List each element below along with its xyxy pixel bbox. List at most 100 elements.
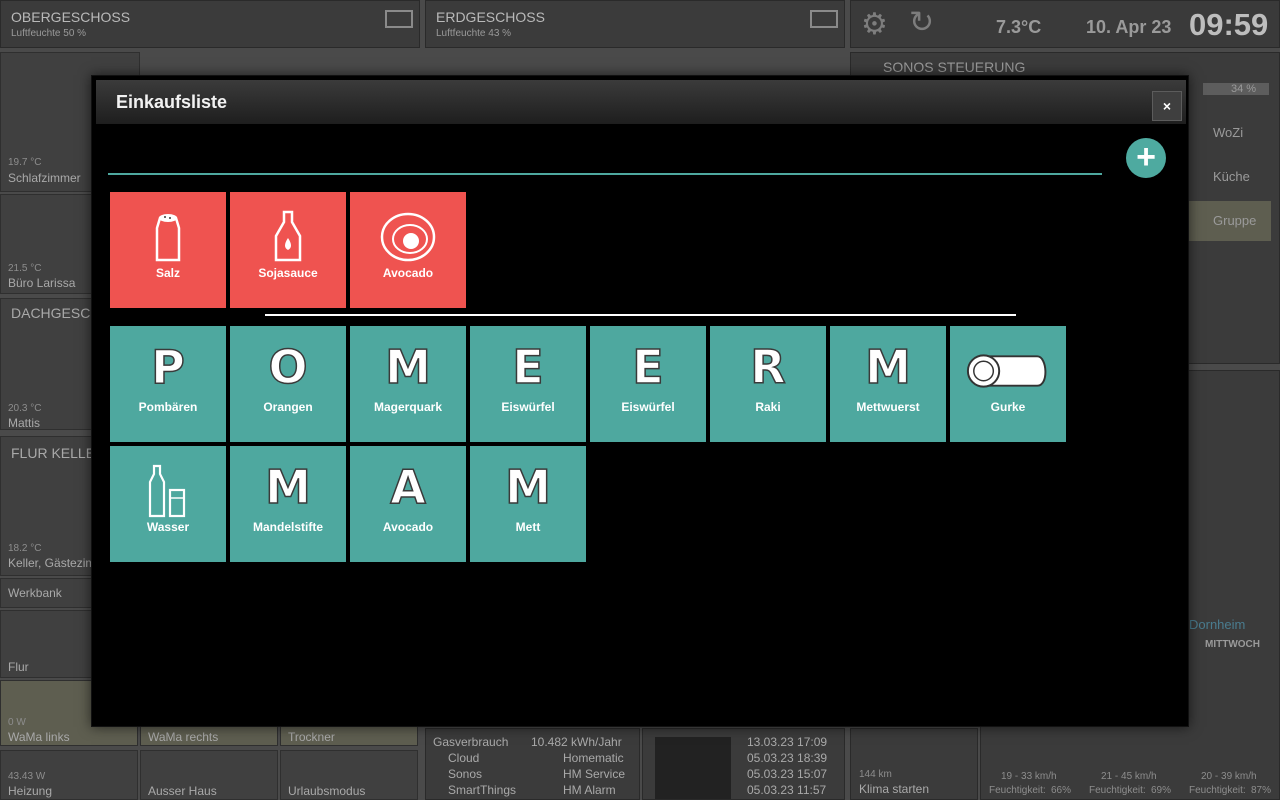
inactive-item-raki[interactable]: R Raki [710, 326, 826, 442]
item-letter-icon: E [512, 339, 545, 395]
humidity-label: Feuchtigkeit: [1089, 785, 1146, 796]
item-label: Salz [155, 266, 180, 280]
room-temperature: 21.5 °C [8, 263, 42, 274]
item-letter-icon: A [389, 459, 426, 515]
dates-panel: 13.03.23 17:09 05.03.23 18:39 05.03.23 1… [642, 728, 845, 800]
outside-temperature: 7.3°C [996, 17, 1042, 37]
tile-urlaubsmodus[interactable]: Urlaubsmodus [280, 750, 418, 800]
weather-day: MITTWOCH [1205, 639, 1260, 650]
sonos-room-gruppe[interactable]: Gruppe [1189, 201, 1271, 241]
room-temperature: 19.7 °C [8, 157, 42, 168]
tile-label: Heizung [8, 784, 53, 798]
clock-display: 09:59 [1189, 7, 1269, 42]
close-button[interactable]: × [1152, 91, 1182, 121]
klima-start: Klima starten [859, 782, 930, 796]
camera-thumbnail[interactable] [655, 737, 731, 799]
service-sonos: Sonos [448, 767, 483, 781]
active-item-salz[interactable]: Salz [110, 192, 226, 308]
inactive-item-mettwuerst[interactable]: M Mettwuerst [830, 326, 946, 442]
item-letter-icon: M [264, 459, 311, 515]
tile-label: Flur [8, 660, 29, 674]
active-item-sojasauce[interactable]: Sojasauce [230, 192, 346, 308]
item-letter-icon: M [384, 339, 431, 395]
active-item-avocado[interactable]: Avocado [350, 192, 466, 308]
obergeschoss-humidity: Luftfeuchte 50 % [11, 28, 87, 39]
date-entry: 05.03.23 11:57 [747, 783, 827, 797]
service-cloud: Cloud [448, 751, 480, 765]
service-hm-alarm: HM Alarm [563, 783, 616, 797]
sonos-room-wozi[interactable]: WoZi [1213, 125, 1243, 140]
erdgeschoss-title: ERDGESCHOSS [436, 9, 545, 25]
humidity-label: Feuchtigkeit: [1189, 785, 1246, 796]
inactive-item-magerquark[interactable]: M Magerquark [350, 326, 466, 442]
tile-label: WaMa rechts [148, 730, 219, 744]
inactive-item-mandelstifte[interactable]: M Mandelstifte [230, 446, 346, 562]
refresh-icon[interactable]: ↻ [909, 5, 934, 40]
item-label: Magerquark [373, 400, 443, 414]
inactive-item-avocado[interactable]: A Avocado [350, 446, 466, 562]
tile-label: Trockner [288, 730, 335, 744]
weather-city: Dornheim [1189, 617, 1246, 632]
volume-value: 34 % [1231, 83, 1257, 95]
room-name: Mattis [8, 416, 41, 430]
item-label: Orangen [263, 400, 313, 414]
inactive-item-eiswürfel[interactable]: E Eiswürfel [590, 326, 706, 442]
humidity-value: 66% [1051, 785, 1072, 796]
item-letter-icon: M [864, 339, 911, 395]
kfz-panel[interactable]: 144 km Klima starten [850, 728, 978, 800]
room-name: Büro Larissa [8, 276, 76, 290]
item-letter-icon: E [632, 339, 665, 395]
item-label: Raki [755, 400, 781, 414]
item-label: Mettwuerst [856, 400, 920, 414]
sonos-room-kueche[interactable]: Küche [1213, 169, 1250, 184]
sonos-title: SONOS STEUERUNG [883, 59, 1026, 75]
room-temperature: 18.2 °C [8, 543, 42, 554]
item-letter-icon: R [750, 339, 787, 395]
tile-label: Ausser Haus [148, 784, 217, 798]
room-name: Keller, Gästezim [8, 556, 96, 570]
inactive-item-orangen[interactable]: O Orangen [230, 326, 346, 442]
tile-label: Urlaubsmodus [288, 784, 366, 798]
gear-icon[interactable]: ⚙ [861, 7, 888, 42]
wind-value: 21 - 45 km/h [1101, 771, 1157, 782]
service-smartthings: SmartThings [448, 783, 517, 797]
inactive-item-gurke[interactable]: Gurke [950, 326, 1066, 442]
date-entry: 05.03.23 18:39 [747, 751, 828, 765]
humidity-value: 87% [1251, 785, 1272, 796]
item-label: Sojasauce [258, 266, 318, 280]
date-entry: 05.03.23 15:07 [747, 767, 828, 781]
inactive-item-pombären[interactable]: P Pombären [110, 326, 226, 442]
tile-ausser-haus[interactable]: Ausser Haus [140, 750, 278, 800]
item-label: Gurke [990, 400, 1026, 414]
power-value: 0 W [8, 717, 26, 728]
kfz-km: 144 km [859, 769, 892, 780]
item-label: Mett [515, 520, 541, 534]
room-temperature: 20.3 °C [8, 403, 42, 414]
shopping-list-dialog: Einkaufsliste × + Salz Sojasauce Avocado P P… [91, 75, 1189, 727]
dialog-title: Einkaufsliste [116, 92, 228, 112]
date-entry: 13.03.23 17:09 [747, 735, 828, 749]
wind-value: 20 - 39 km/h [1201, 771, 1257, 782]
item-letter-icon: P [150, 339, 185, 395]
item-label: Avocado [382, 266, 434, 280]
active-section-divider [108, 173, 1102, 175]
item-label: Eiswürfel [621, 400, 675, 414]
obergeschoss-header[interactable]: OBERGESCHOSS Luftfeuchte 50 % [0, 0, 420, 48]
item-letter-icon: M [504, 459, 551, 515]
date-display: 10. Apr 23 [1086, 17, 1172, 37]
tile-heizung[interactable]: 43.43 W Heizung [0, 750, 138, 800]
inactive-section-divider [265, 314, 1016, 316]
wind-value: 19 - 33 km/h [1001, 771, 1057, 782]
inactive-item-wasser[interactable]: Wasser [110, 446, 226, 562]
item-label: Pombären [138, 400, 198, 414]
dialog-header: Einkaufsliste × [96, 80, 1186, 124]
inactive-item-mett[interactable]: M Mett [470, 446, 586, 562]
add-item-button[interactable]: + [1126, 138, 1166, 178]
tile-label: Werkbank [8, 586, 62, 600]
erdgeschoss-header[interactable]: ERDGESCHOSS Luftfeuchte 43 % [425, 0, 845, 48]
humidity-label: Feuchtigkeit: [989, 785, 1046, 796]
section-dachgeschoss: DACHGESCH [11, 305, 101, 321]
window-icon [385, 10, 413, 28]
erdgeschoss-humidity: Luftfeuchte 43 % [436, 28, 512, 39]
inactive-item-eiswürfel[interactable]: E Eiswürfel [470, 326, 586, 442]
